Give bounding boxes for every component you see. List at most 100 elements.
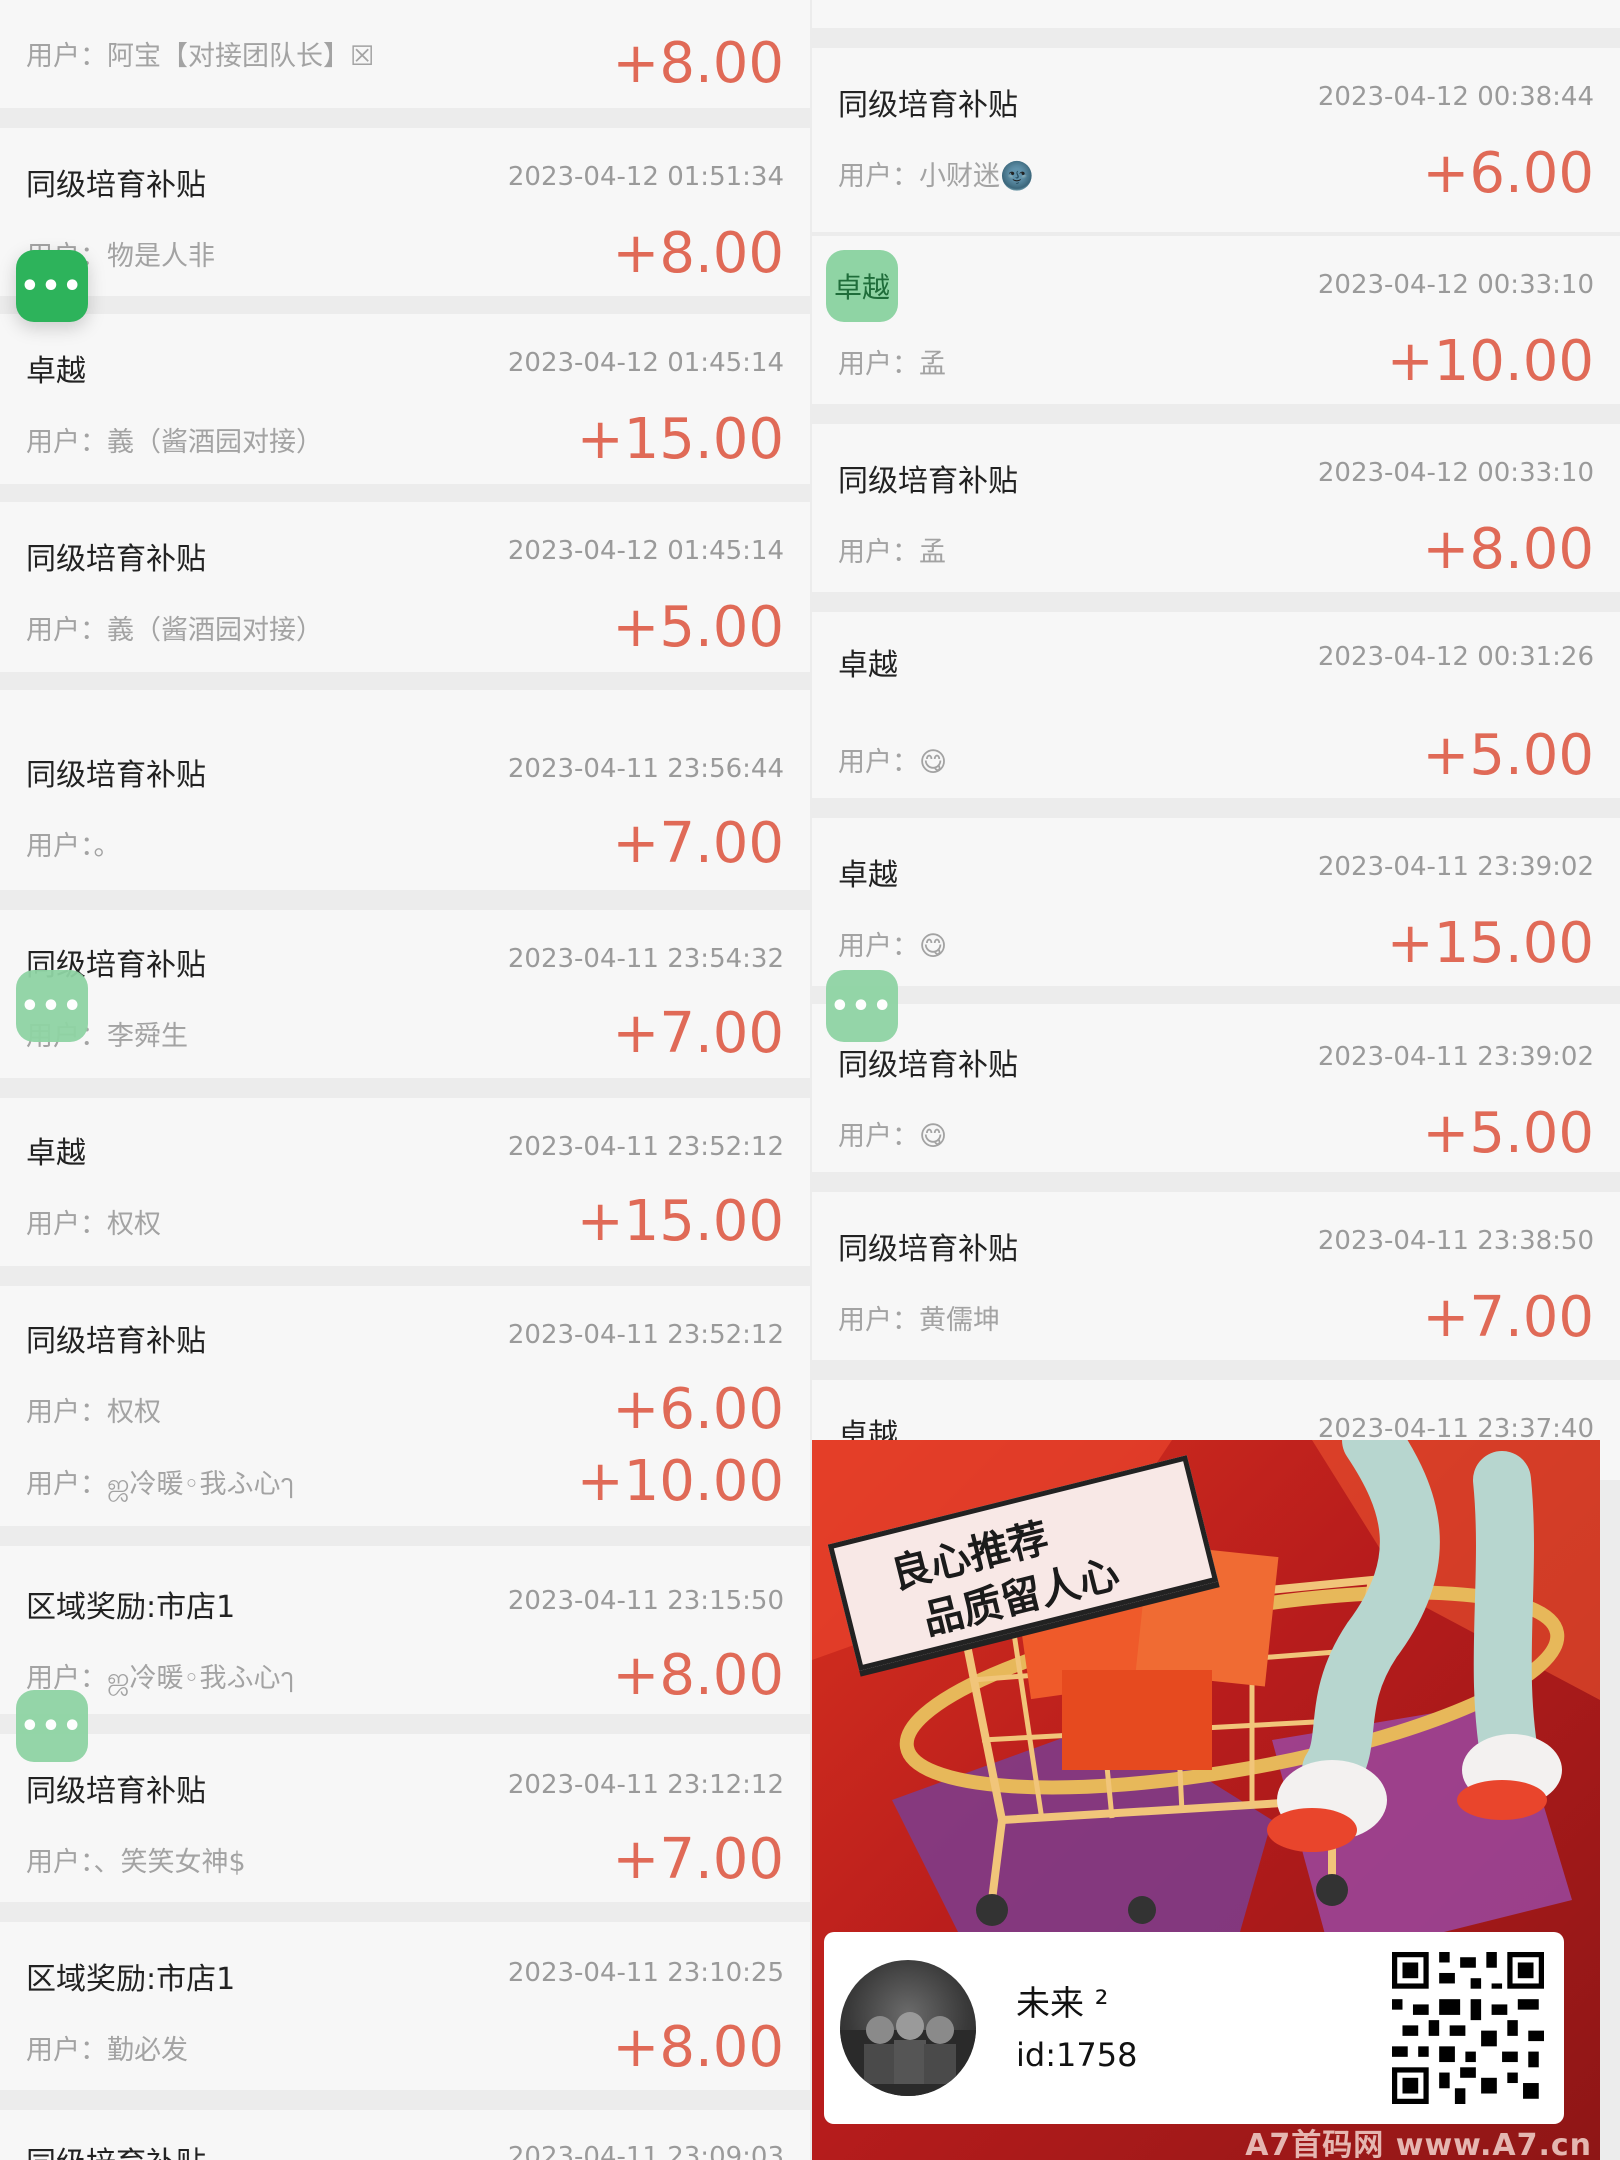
user-name: 权权 [107,1209,161,1240]
user-prefix: 用户： [26,2035,107,2066]
user-name: 、笑笑女神$ [93,1847,246,1878]
user-name: 阿宝【对接团队长】☒ [107,41,375,72]
list-item[interactable]: 同级培育补贴 2023-04-12 00:38:44 用户：小财迷🌚 +6.00 [812,48,1620,232]
amount: +7.00 [612,1827,784,1892]
amount: +8.00 [1422,517,1594,582]
entry-time: 2023-04-11 23:09:03 [507,2142,784,2160]
entry-title: 卓越 [26,354,86,389]
entry-time: 2023-04-12 01:51:34 [507,162,784,192]
list-item[interactable]: 卓越 2023-04-11 23:52:12 用户：权权 +15.00 [0,1098,810,1266]
list-item[interactable]: 卓越 2023-04-12 01:45:14 用户：義（酱酒园对接） +15.0… [0,314,810,484]
list-item[interactable]: 2023-04-12 00:33:10 用户：孟 +10.00 [812,236,1620,404]
list-item[interactable]: 卓越 2023-04-12 00:31:26 用户：😋 +5.00 [812,612,1620,798]
profile-id: id:1758 [1016,2036,1138,2074]
list-item[interactable]: 同级培育补贴 2023-04-12 01:45:14 用户：義（酱酒园对接） +… [0,502,810,672]
amount: +8.00 [612,1643,784,1708]
user-name: 義（酱酒园对接） [107,427,323,458]
amount: +6.00 [612,1377,784,1442]
entry-time: 2023-04-12 00:31:26 [1317,642,1594,672]
entry-time: 2023-04-11 23:38:50 [1317,1226,1594,1256]
entry-time: 2023-04-12 00:33:10 [1317,270,1594,300]
amount: +15.00 [576,1189,784,1254]
floating-menu-button[interactable]: ••• [16,970,88,1042]
user-name: 小财迷🌚 [919,161,1034,192]
entry-time: 2023-04-12 00:33:10 [1317,458,1594,488]
list-item[interactable]: 同级培育补贴 2023-04-11 23:12:12 用户：、笑笑女神$ +7.… [0,1734,810,1902]
entry-title: 同级培育补贴 [26,1774,206,1809]
amount: +5.00 [612,595,784,660]
avatar[interactable] [840,1960,976,2096]
more-dots-icon: ••• [20,268,84,304]
user-prefix: 用户： [26,1397,107,1428]
entry-title: 同级培育补贴 [838,464,1018,499]
user-prefix: 用户： [26,41,107,72]
list-item[interactable]: 区域奖励:市店1 2023-04-11 23:15:50 用户：ஜ冷暖◦我ふ心ๅ… [0,1546,810,1714]
entry-time: 2023-04-11 23:54:32 [507,944,784,974]
user-name: 孟 [919,537,946,568]
floating-menu-button[interactable]: ••• [826,970,898,1042]
user-name: ஜ冷暖◦我ふ心ๅ [107,1663,294,1694]
entry-title: 同级培育补贴 [838,1232,1018,1267]
entry-title: 同级培育补贴 [26,2138,206,2160]
amount: +10.00 [576,1449,784,1514]
list-item[interactable]: 卓越 2023-04-11 23:39:02 用户：😋 +15.00 [812,818,1620,986]
entry-time: 2023-04-12 00:38:44 [1317,82,1594,112]
amount: +8.00 [612,221,784,286]
floating-tag[interactable]: 卓越 [826,250,898,322]
list-item[interactable]: 同级培育补贴 2023-04-12 00:33:10 用户：孟 +8.00 [812,424,1620,592]
user-name: 勤必发 [107,2035,188,2066]
profile-card[interactable]: 未来 ² id:1758 [824,1932,1564,2124]
list-item[interactable]: 同级培育补贴 2023-04-11 23:56:44 用户：。 +7.00 [0,690,810,890]
more-dots-icon: ••• [830,988,894,1024]
user-prefix: 用户： [838,161,919,192]
user-name: 😋 [919,1121,948,1152]
site-watermark: A7首码网 www.A7.cn [1245,2128,1592,2160]
list-item[interactable]: 同级培育补贴 2023-04-11 23:52:12 用户：权权 +6.00 用… [0,1286,810,1526]
entry-time: 2023-04-11 23:52:12 [507,1132,784,1162]
list-item[interactable]: 同级培育补贴 2023-04-11 23:39:02 用户：😋 +5.00 [812,1004,1620,1172]
entry-time: 2023-04-11 23:52:12 [507,1320,784,1350]
amount: +15.00 [576,407,784,472]
user-name: 物是人非 [107,241,215,272]
user-prefix: 用户： [26,427,107,458]
user-name: 李舜生 [107,1021,188,1052]
list-item[interactable]: 同级培育补贴 2023-04-12 01:51:34 用户：物是人非 +8.00 [0,128,810,296]
entry-title: 卓越 [838,648,898,683]
floating-menu-button[interactable]: ••• [16,250,88,322]
user-prefix: 用户： [838,537,919,568]
amount: +8.00 [612,31,784,96]
user-prefix: 用户： [838,1121,919,1152]
entry-title: 同级培育补贴 [26,1324,206,1359]
amount: +5.00 [1422,1101,1594,1166]
amount: +6.00 [1422,141,1594,206]
entry-time: 2023-04-11 23:39:02 [1317,852,1594,882]
list-item[interactable]: 同级培育补贴 2023-04-11 23:38:50 用户：黄儒坤 +7.00 [812,1192,1620,1360]
amount: +7.00 [1422,1285,1594,1350]
user-name: 😋 [919,931,948,962]
user-prefix: 用户： [838,1305,919,1336]
entry-title: 区域奖励:市店1 [26,1590,236,1625]
list-item[interactable]: 区域奖励:市店1 2023-04-11 23:10:25 用户：勤必发 +8.0… [0,1922,810,2090]
amount: +7.00 [612,811,784,876]
user-name: 😋 [919,747,948,778]
entry-time: 2023-04-11 23:15:50 [507,1586,784,1616]
user-name: 孟 [919,349,946,380]
qr-code-icon[interactable] [1392,1952,1544,2104]
user-prefix: 用户： [26,1209,107,1240]
amount: +10.00 [1386,329,1594,394]
list-item[interactable]: 用户：阿宝【对接团队长】☒ +8.00 [0,0,810,108]
entry-title: 同级培育补贴 [26,758,206,793]
entry-title: 卓越 [26,1136,86,1171]
floating-menu-button[interactable]: ••• [16,1690,88,1762]
list-item[interactable]: 同级培育补贴 2023-04-11 23:09:03 [0,2110,810,2160]
more-dots-icon: ••• [20,988,84,1024]
entry-time: 2023-04-11 23:10:25 [507,1958,784,1988]
user-name: 权权 [107,1397,161,1428]
entry-title: 同级培育补贴 [26,542,206,577]
entry-time: 2023-04-11 23:39:02 [1317,1042,1594,1072]
entry-time: 2023-04-11 23:12:12 [507,1770,784,1800]
list-item[interactable] [812,0,1620,28]
user-name: 黄儒坤 [919,1305,1000,1336]
list-item[interactable]: 同级培育补贴 2023-04-11 23:54:32 用户：李舜生 +7.00 [0,910,810,1078]
promo-poster[interactable]: 良心推荐 品质留人心 未来 ² id:1758 A7首码网 www.A7.cn [812,1440,1600,2160]
